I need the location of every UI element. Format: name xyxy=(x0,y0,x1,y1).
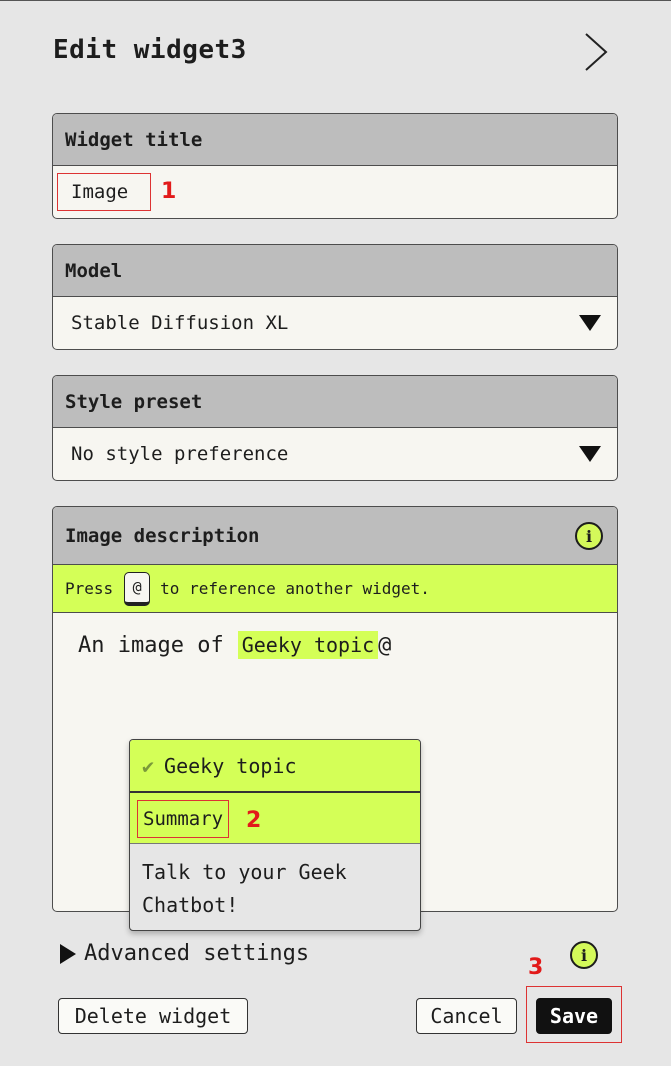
cancel-button[interactable]: Cancel xyxy=(416,998,517,1034)
delete-widget-button[interactable]: Delete widget xyxy=(58,998,248,1034)
model-value: Stable Diffusion XL xyxy=(71,312,289,334)
dropdown-item-geeky-topic[interactable]: ✔ Geeky topic xyxy=(130,740,420,793)
dropdown-item-chatbot[interactable]: Talk to your Geek Chatbot! xyxy=(130,844,420,930)
hint-prefix: Press xyxy=(65,579,114,598)
dropdown-item-label: Talk to your Geek Chatbot! xyxy=(142,860,347,917)
widget-title-field[interactable]: Image xyxy=(53,166,617,218)
hint-suffix: to reference another widget. xyxy=(160,579,430,598)
style-preset-card: Style preset No style preference xyxy=(52,375,618,481)
advanced-settings-label: Advanced settings xyxy=(84,941,310,966)
widget-title-value[interactable]: Image xyxy=(57,173,151,211)
page-title: Edit widget3 xyxy=(53,35,247,65)
model-select[interactable]: Stable Diffusion XL xyxy=(53,297,617,349)
model-label: Model xyxy=(53,245,617,297)
at-key: @ xyxy=(124,571,151,606)
dropdown-arrow-icon[interactable] xyxy=(579,315,601,331)
mention-trigger: @ xyxy=(378,632,392,658)
info-icon[interactable]: i xyxy=(575,522,603,550)
triangle-right-icon xyxy=(60,943,76,964)
widget-title-card: Widget title Image xyxy=(52,113,618,219)
annotation-2: 2 xyxy=(246,808,262,833)
style-preset-value: No style preference xyxy=(71,443,289,465)
dropdown-arrow-icon[interactable] xyxy=(579,446,601,462)
save-button[interactable]: Save xyxy=(536,998,612,1034)
annotation-1: 1 xyxy=(161,179,177,204)
dropdown-item-summary[interactable]: Summary xyxy=(130,793,420,844)
description-text: An image of xyxy=(78,632,224,658)
style-preset-label: Style preset xyxy=(53,376,617,428)
dropdown-item-label: Geeky topic xyxy=(164,753,297,778)
mention-hint: Press @ to reference another widget. xyxy=(53,565,617,613)
annotation-3: 3 xyxy=(528,955,544,980)
check-icon: ✔ xyxy=(142,753,155,778)
advanced-settings-toggle[interactable]: Advanced settings xyxy=(60,941,309,966)
style-preset-select[interactable]: No style preference xyxy=(53,428,617,480)
model-card: Model Stable Diffusion XL xyxy=(52,244,618,350)
info-icon[interactable]: i xyxy=(570,941,598,969)
chevron-right-icon[interactable] xyxy=(580,31,612,73)
image-description-label: Image description xyxy=(65,524,260,547)
widget-title-label: Widget title xyxy=(53,114,617,166)
mention-dropdown: ✔ Geeky topic Summary Talk to your Geek … xyxy=(129,739,421,931)
mention-chip[interactable]: Geeky topic xyxy=(237,631,379,659)
dropdown-item-label: Summary xyxy=(137,800,230,838)
image-description-label-row: Image description i xyxy=(53,507,617,565)
